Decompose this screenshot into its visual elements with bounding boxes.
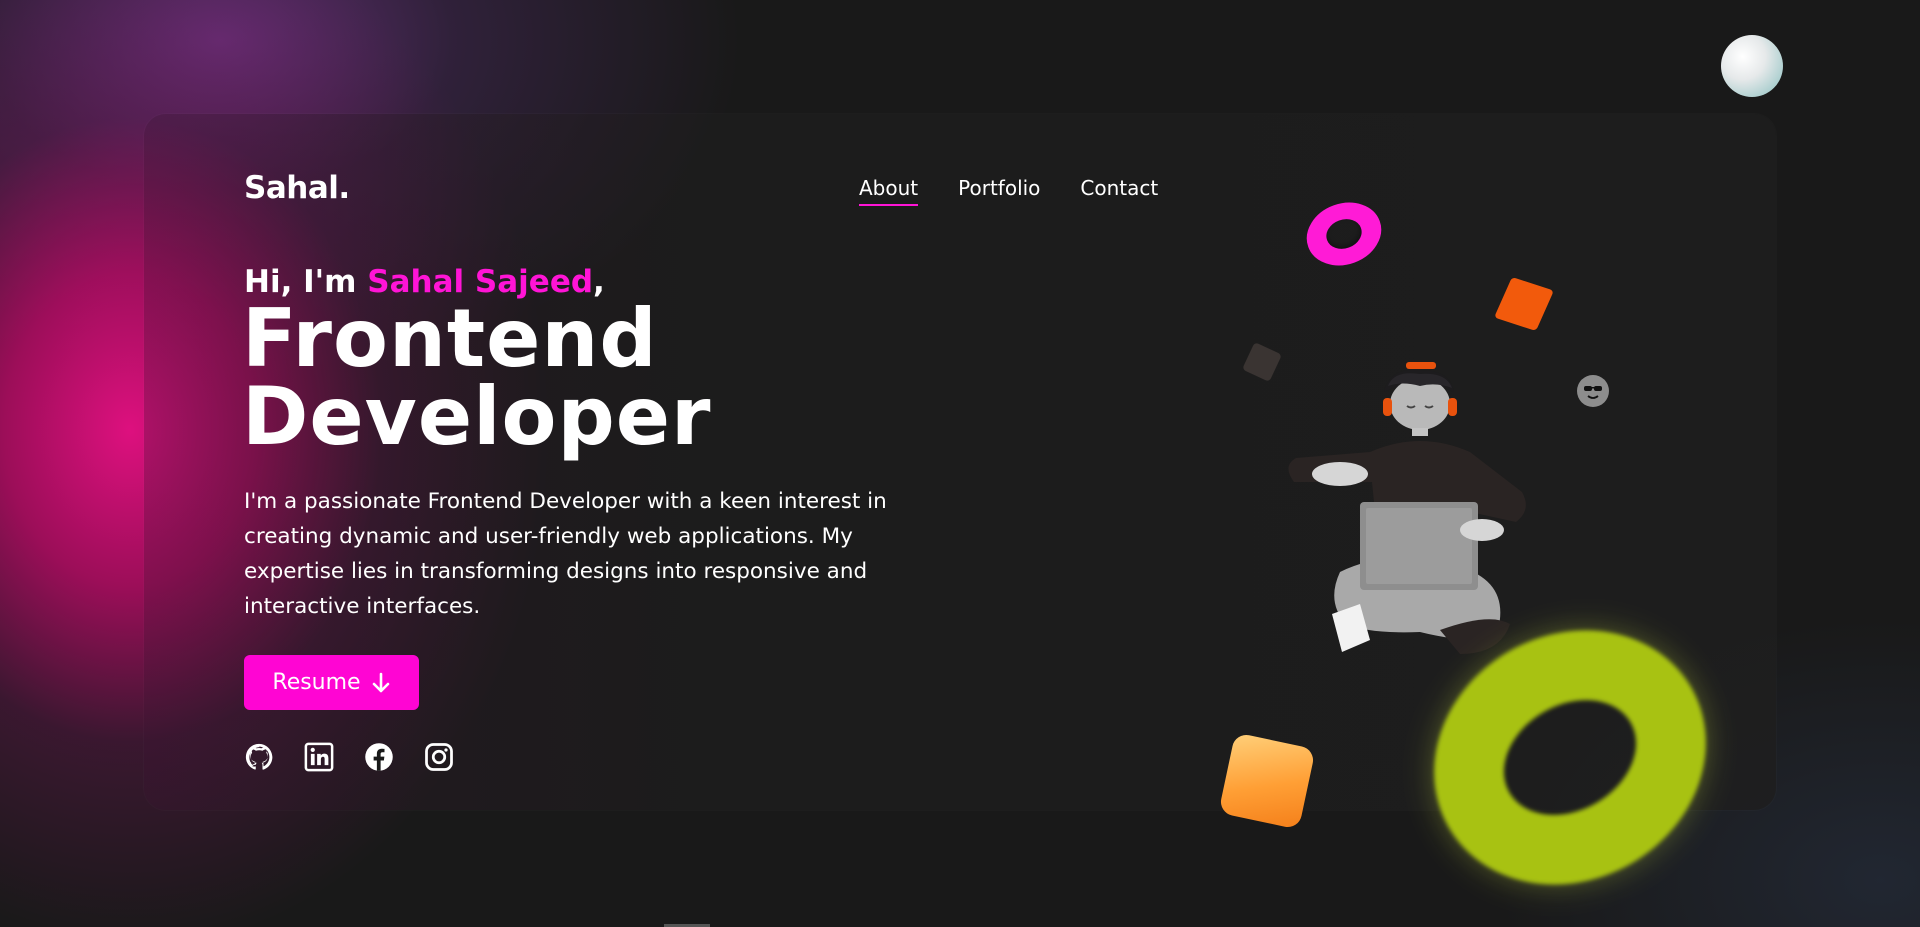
headline-line2: Developer [242,370,712,463]
arrow-down-icon [372,672,389,692]
resume-button[interactable]: Resume [244,655,419,710]
instagram-icon[interactable] [424,742,454,772]
social-links [244,742,454,772]
main-nav: About Portfolio Contact [859,176,1158,206]
sphere-decoration [1721,35,1783,97]
nav-portfolio[interactable]: Portfolio [958,176,1040,206]
logo[interactable]: Sahal. [244,170,350,206]
linkedin-icon[interactable] [304,742,334,772]
nav-contact[interactable]: Contact [1080,176,1158,206]
headline: Frontend Developer [242,299,711,457]
nav-about[interactable]: About [859,176,919,206]
facebook-icon[interactable] [364,742,394,772]
bio-text: I'm a passionate Frontend Developer with… [244,489,887,619]
github-icon[interactable] [244,742,274,772]
resume-label: Resume [272,670,361,695]
